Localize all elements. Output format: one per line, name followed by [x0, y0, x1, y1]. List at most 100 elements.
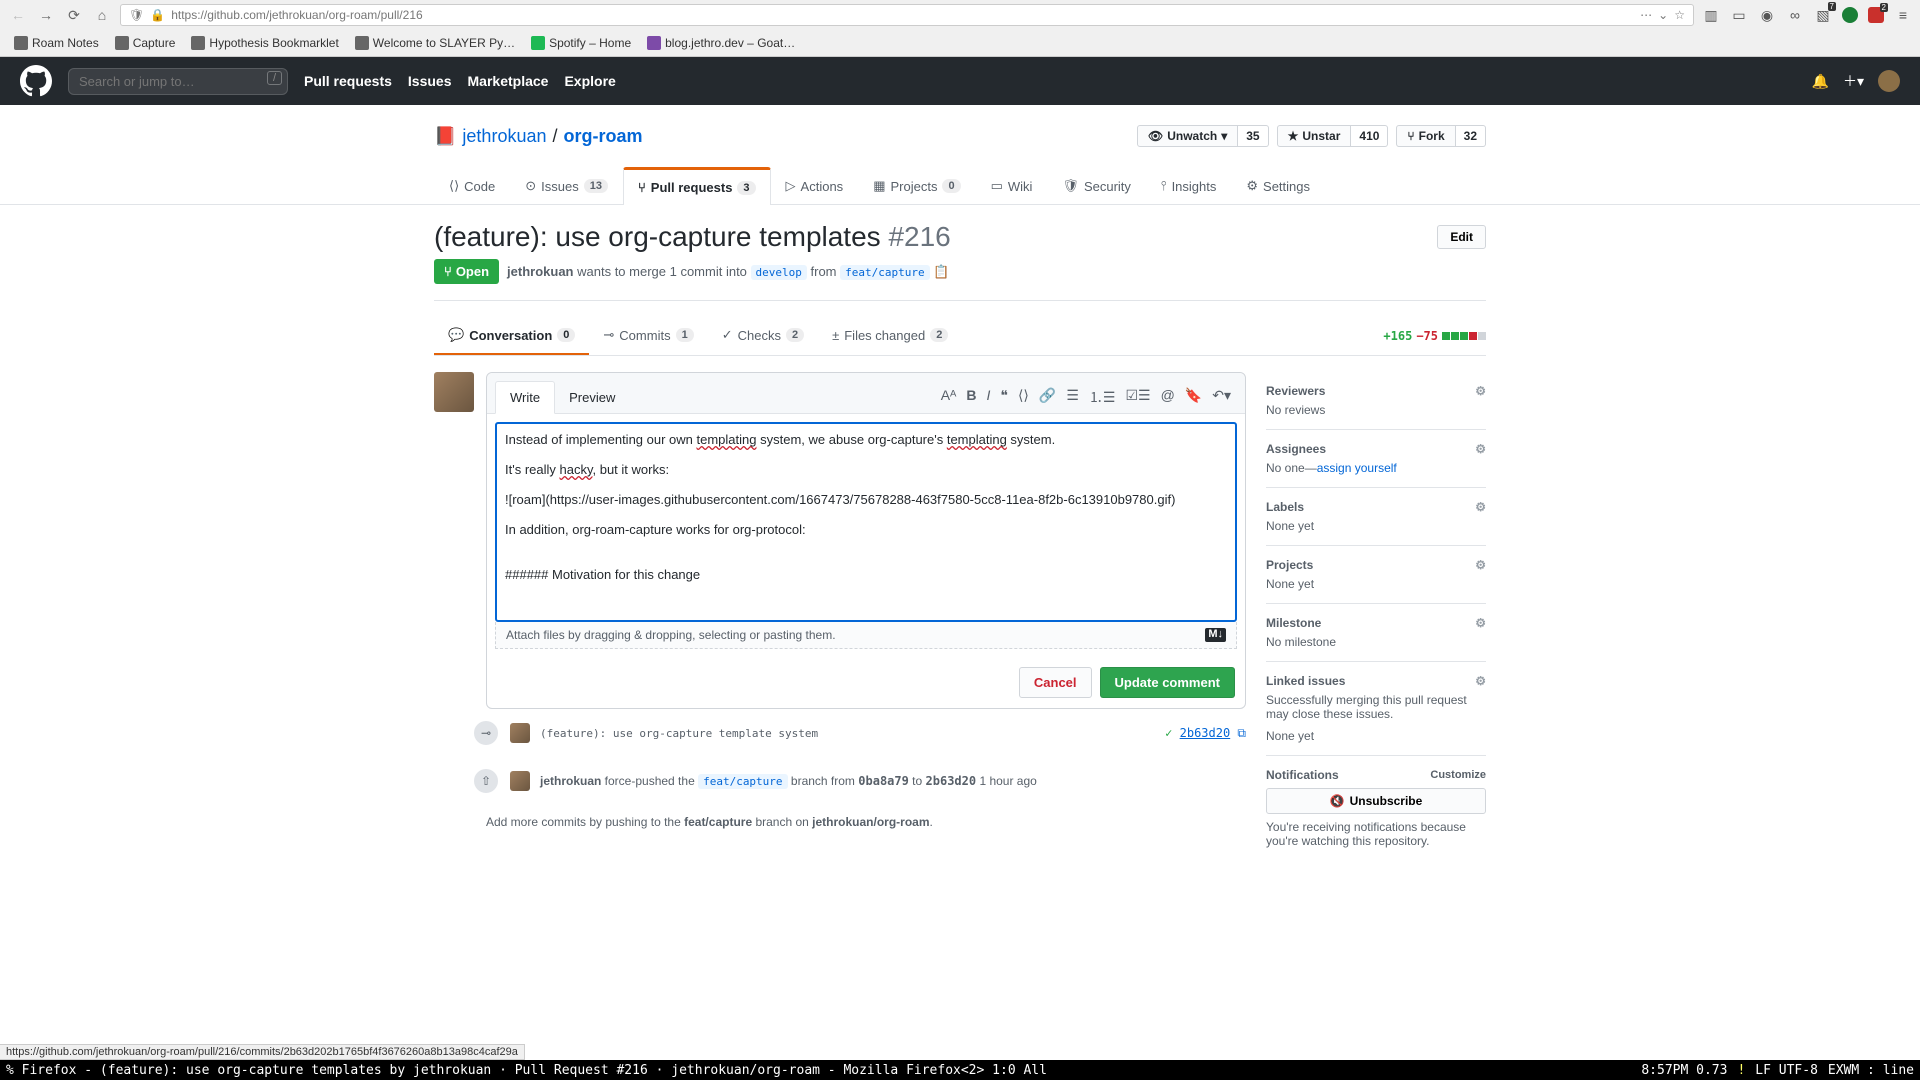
user-avatar[interactable]: [1878, 70, 1900, 92]
reply-icon[interactable]: ↶▾: [1212, 387, 1231, 407]
star-count[interactable]: 410: [1351, 125, 1388, 147]
url-bar[interactable]: 🛡 🔒 https://github.com/jethrokuan/org-ro…: [120, 4, 1694, 26]
bookmark-item[interactable]: Spotify – Home: [525, 34, 637, 52]
tab-pull-requests[interactable]: ⑂Pull requests3: [623, 167, 771, 205]
tab-security[interactable]: 🛡Security: [1047, 167, 1145, 204]
github-logo-icon[interactable]: [20, 65, 52, 97]
bookmark-item[interactable]: Hypothesis Bookmarklet: [185, 34, 344, 52]
assign-yourself-link[interactable]: assign yourself: [1317, 461, 1397, 475]
account-icon[interactable]: ◉: [1758, 6, 1776, 24]
github-search[interactable]: /: [68, 68, 288, 95]
tab-code[interactable]: ⟨⟩Code: [434, 167, 510, 204]
tab-insights[interactable]: ⫯Insights: [1146, 167, 1231, 204]
bookmark-item[interactable]: Roam Notes: [8, 34, 105, 52]
head-branch[interactable]: feat/capture: [840, 265, 929, 280]
bold-icon[interactable]: B: [966, 387, 976, 407]
task-icon[interactable]: ☑☰: [1125, 387, 1150, 407]
watch-count[interactable]: 35: [1238, 125, 1268, 147]
comment-avatar[interactable]: [434, 372, 474, 412]
pr-main: Write Preview Aᴬ B I ❝ ⟨⟩ 🔗 ☰ ⒈☰ ☑☰: [434, 372, 1246, 860]
reload-button[interactable]: ⟳: [64, 5, 84, 25]
update-comment-button[interactable]: Update comment: [1100, 667, 1235, 698]
ext-icon-2[interactable]: ▧7: [1814, 6, 1832, 24]
unstar-button[interactable]: ★Unstar: [1277, 125, 1352, 147]
commit-avatar[interactable]: [510, 723, 530, 743]
preview-tab[interactable]: Preview: [555, 382, 629, 413]
tab-settings[interactable]: ⚙Settings: [1231, 167, 1325, 204]
back-button[interactable]: ←: [8, 5, 28, 25]
ext-icon-3[interactable]: [1842, 7, 1858, 23]
ext-icon-4[interactable]: 2: [1868, 7, 1884, 23]
quote-icon[interactable]: ❝: [1000, 387, 1008, 407]
commit-message[interactable]: (feature): use org-capture template syst…: [540, 727, 818, 740]
tab-files[interactable]: ±Files changed2: [818, 318, 962, 355]
bookmark-star-icon[interactable]: ☆: [1674, 8, 1685, 22]
base-branch[interactable]: develop: [751, 265, 807, 280]
unwatch-button[interactable]: 👁Unwatch ▾: [1137, 125, 1238, 147]
menu-icon[interactable]: ≡: [1894, 6, 1912, 24]
home-button[interactable]: ⌂: [92, 5, 112, 25]
ul-icon[interactable]: ☰: [1066, 387, 1079, 407]
pr-author[interactable]: jethrokuan: [507, 264, 573, 279]
fork-button[interactable]: ⑂Fork: [1396, 125, 1455, 147]
pocket-icon[interactable]: ⌄: [1658, 8, 1668, 22]
tab-checks[interactable]: ✓Checks2: [708, 317, 818, 355]
unsubscribe-button[interactable]: 🔇Unsubscribe: [1266, 788, 1486, 814]
gear-icon[interactable]: ⚙: [1475, 558, 1486, 572]
bookmark-item[interactable]: blog.jethro.dev – Goat…: [641, 34, 801, 52]
push-avatar[interactable]: [510, 771, 530, 791]
notifications-icon[interactable]: 🔔: [1812, 73, 1829, 90]
customize-link[interactable]: Customize: [1430, 769, 1486, 781]
link-icon[interactable]: 🔗: [1039, 387, 1056, 407]
nav-pull-requests[interactable]: Pull requests: [304, 73, 392, 89]
push-badge-icon: ⇧: [472, 767, 500, 795]
bookmark-item[interactable]: Welcome to SLAYER Py…: [349, 34, 521, 52]
edit-button[interactable]: Edit: [1437, 225, 1486, 249]
tab-issues[interactable]: ⊙Issues13: [510, 167, 623, 204]
markdown-icon[interactable]: M↓: [1205, 628, 1226, 642]
star-icon: ★: [1288, 129, 1299, 143]
plus-dropdown-icon[interactable]: ＋▾: [1843, 71, 1864, 91]
forward-button[interactable]: →: [36, 5, 56, 25]
comment-textarea[interactable]: Instead of implementing our own templati…: [495, 422, 1237, 622]
tab-actions[interactable]: ▷Actions: [771, 167, 859, 204]
reference-icon[interactable]: 🔖: [1185, 387, 1202, 407]
write-tab[interactable]: Write: [495, 381, 555, 414]
repo-name-link[interactable]: org-roam: [564, 126, 643, 147]
mention-icon[interactable]: @: [1161, 387, 1175, 407]
sidebar-assignees: Assignees⚙ No one—assign yourself: [1266, 430, 1486, 488]
gear-icon[interactable]: ⚙: [1475, 616, 1486, 630]
push-author[interactable]: jethrokuan: [540, 774, 601, 788]
bookmark-item[interactable]: Capture: [109, 34, 182, 52]
nav-explore[interactable]: Explore: [564, 73, 615, 89]
cancel-button[interactable]: Cancel: [1019, 667, 1092, 698]
commit-hash-link[interactable]: ✓ 2b63d20 ⧉: [1165, 726, 1246, 741]
copy-icon[interactable]: 📋: [933, 264, 949, 279]
tab-commits[interactable]: ⊸Commits1: [589, 317, 707, 355]
watch-action: 👁Unwatch ▾ 35: [1137, 125, 1269, 147]
reader-icon[interactable]: ▭: [1730, 6, 1748, 24]
sidebar-icon[interactable]: ▥: [1702, 6, 1720, 24]
repo-owner-link[interactable]: jethrokuan: [462, 126, 546, 147]
ol-icon[interactable]: ⒈☰: [1089, 387, 1116, 407]
gear-icon[interactable]: ⚙: [1475, 500, 1486, 514]
nav-issues[interactable]: Issues: [408, 73, 452, 89]
fork-count[interactable]: 32: [1456, 125, 1486, 147]
timeline-commit: ⊸ (feature): use org-capture template sy…: [486, 709, 1246, 757]
eye-icon: 👁: [1148, 129, 1163, 143]
search-input[interactable]: [68, 68, 288, 95]
ellipsis-icon[interactable]: ⋯: [1640, 8, 1652, 22]
tab-conversation[interactable]: 💬Conversation0: [434, 317, 589, 355]
gear-icon[interactable]: ⚙: [1475, 384, 1486, 398]
gear-icon[interactable]: ⚙: [1475, 674, 1486, 688]
gear-icon[interactable]: ⚙: [1475, 442, 1486, 456]
italic-icon[interactable]: I: [987, 387, 991, 407]
attach-bar[interactable]: Attach files by dragging & dropping, sel…: [495, 622, 1237, 649]
ext-icon-1[interactable]: ∞: [1786, 6, 1804, 24]
nav-marketplace[interactable]: Marketplace: [468, 73, 549, 89]
tab-wiki[interactable]: ▭Wiki: [976, 167, 1048, 204]
heading-icon[interactable]: Aᴬ: [941, 387, 957, 407]
pr-meta: ⑂Open jethrokuan wants to merge 1 commit…: [434, 259, 1486, 284]
code-icon[interactable]: ⟨⟩: [1018, 387, 1029, 407]
tab-projects[interactable]: ▦Projects0: [858, 167, 975, 204]
